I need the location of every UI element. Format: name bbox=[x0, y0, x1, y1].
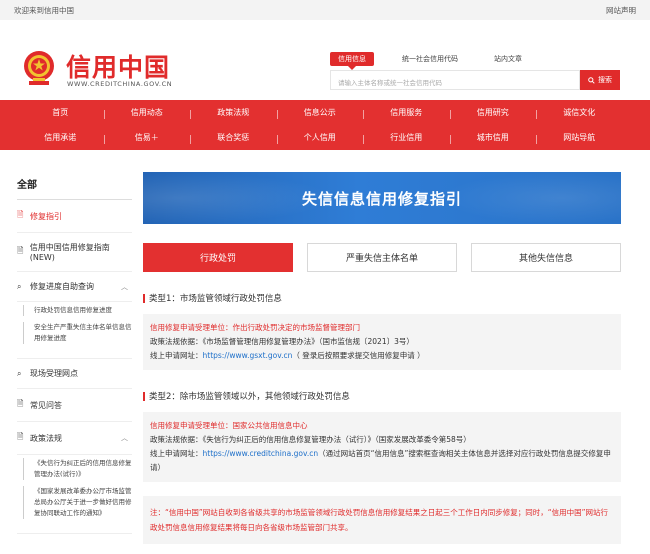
sidebar-item-service-points[interactable]: ⌕ 现场受理网点 bbox=[17, 359, 132, 389]
type1-title: 类型1：市场监管领域行政处罚信息 bbox=[143, 292, 621, 304]
document-icon: 🗎 bbox=[17, 432, 24, 441]
page-title: 失信信息信用修复指引 bbox=[301, 189, 462, 208]
category-tabs: 行政处罚 严重失信主体名单 其他失信信息 bbox=[143, 243, 621, 272]
chevron-up-icon: ︿ bbox=[121, 434, 128, 442]
type2-basis: 政策法规依据：《失信行为纠正后的信用信息修复管理办法（试行）》（国家发展改革委令… bbox=[150, 435, 471, 444]
site-logo[interactable]: 信用中国 bbox=[66, 48, 170, 84]
sidebar-item-label: 修复进度自助查询 bbox=[30, 282, 94, 291]
nav-city-credit[interactable]: 城市信用 bbox=[449, 132, 537, 144]
sidebar-item-faq[interactable]: 🗎 常见问答 bbox=[17, 389, 132, 422]
gsxt-link[interactable]: https://www.gsxt.gov.cn bbox=[203, 351, 293, 360]
sidebar-subitem-joint-notice[interactable]: 《国家发展改革委办公厅市场监管总局办公厅关于进一步做好信用修复协同联动工作的通知… bbox=[23, 486, 132, 519]
search-input[interactable]: 请输入主体名称或统一社会信用代码 bbox=[330, 70, 580, 90]
chevron-up-icon: ︿ bbox=[121, 282, 128, 291]
top-bar: 欢迎来到信用中国 网站声明 bbox=[0, 0, 650, 20]
nav-industry-credit[interactable]: 行业信用 bbox=[363, 132, 450, 144]
nav-credit-research[interactable]: 信用研究 bbox=[449, 107, 537, 119]
sidebar-item-label: 常见问答 bbox=[30, 400, 62, 410]
welcome-text: 欢迎来到信用中国 bbox=[14, 5, 74, 15]
sidebar-item-repair-guide[interactable]: 🗎 修复指引 bbox=[17, 200, 132, 233]
nav-policy[interactable]: 政策法规 bbox=[190, 107, 277, 119]
nav-row-1: 首页 信用动态 政策法规 信息公示 信用服务 信用研究 诚信文化 bbox=[0, 100, 650, 125]
site-statement-link[interactable]: 网站声明 bbox=[606, 5, 636, 16]
document-icon: 🗎 bbox=[17, 210, 24, 219]
tab-admin-penalty[interactable]: 行政处罚 bbox=[143, 243, 293, 272]
search-icon bbox=[588, 76, 595, 84]
header: 信用中国 WWW.CREDITCHINA.GOV.CN 信用信息 统一社会信用代… bbox=[0, 20, 650, 100]
sidebar-item-policies[interactable]: 🗎 政策法规 ︿ bbox=[17, 422, 132, 455]
policy-sub-list: 《失信行为纠正后的信用信息修复管理办法(试行)》 《国家发展改革委办公厅市场监管… bbox=[17, 455, 132, 534]
type1-unit: 信用修复申请受理单位：作出行政处罚决定的市场监督管理部门 bbox=[150, 323, 360, 332]
search-tabs: 信用信息 统一社会信用代码 站内文章 bbox=[330, 52, 550, 70]
nav-integrity-culture[interactable]: 诚信文化 bbox=[536, 107, 623, 119]
type1-online-note: （ 登录后按照要求提交信用修复申请 ） bbox=[292, 351, 425, 360]
main-nav: 首页 信用动态 政策法规 信息公示 信用服务 信用研究 诚信文化 信用承诺 信易… bbox=[0, 100, 650, 150]
search-tab-articles[interactable]: 站内文章 bbox=[486, 52, 530, 66]
nav-publicity[interactable]: 信息公示 bbox=[276, 107, 364, 119]
sync-note: 注：“信用中国”网站自收到各省级共享的市场监管领域行政处罚信息信用修复结果之日起… bbox=[143, 496, 621, 544]
document-icon: 🗎 bbox=[17, 246, 24, 255]
type1-online-label: 线上申请网址： bbox=[150, 351, 203, 360]
page-banner: 失信信息信用修复指引 bbox=[143, 172, 621, 224]
type2-info: 信用修复申请受理单位：国家公共信用信息中心 政策法规依据：《失信行为纠正后的信用… bbox=[143, 412, 621, 482]
nav-row-2: 信用承诺 信易＋ 联合奖惩 个人信用 行业信用 城市信用 网站导航 bbox=[0, 125, 650, 150]
sidebar-subitem-penalty-progress[interactable]: 行政处罚信息信用修复进度 bbox=[23, 305, 132, 316]
type2-online: 线上申请网址：https://www.creditchina.gov.cn（通过… bbox=[150, 447, 614, 475]
sidebar-item-label: 信用中国信用修复指南(NEW) bbox=[29, 243, 110, 262]
sidebar: 全部 🗎 修复指引 🗎 信用中国信用修复指南(NEW) ⌕ 修复进度自助查询 ︿… bbox=[17, 176, 132, 534]
nav-xinyi[interactable]: 信易＋ bbox=[103, 132, 191, 144]
type2-online-label: 线上申请网址： bbox=[150, 449, 203, 458]
nav-joint-rewards[interactable]: 联合奖惩 bbox=[190, 132, 277, 144]
search-icon: ⌕ bbox=[17, 281, 22, 291]
creditchina-link[interactable]: https://www.creditchina.gov.cn bbox=[203, 449, 319, 458]
site-domain: WWW.CREDITCHINA.GOV.CN bbox=[67, 80, 173, 88]
search-icon: ⌕ bbox=[17, 368, 22, 378]
document-icon: 🗎 bbox=[17, 399, 24, 408]
type1-online: 线上申请网址：https://www.gsxt.gov.cn（ 登录后按照要求提… bbox=[150, 349, 614, 363]
nav-credit-service[interactable]: 信用服务 bbox=[363, 107, 450, 119]
nav-site-map[interactable]: 网站导航 bbox=[536, 132, 623, 144]
main-content: 失信信息信用修复指引 行政处罚 严重失信主体名单 其他失信信息 类型1：市场监管… bbox=[143, 172, 621, 544]
sidebar-subitem-repair-measures[interactable]: 《失信行为纠正后的信用信息修复管理办法(试行)》 bbox=[23, 458, 132, 480]
tab-other-dishonest-info[interactable]: 其他失信信息 bbox=[471, 243, 621, 272]
nav-personal-credit[interactable]: 个人信用 bbox=[276, 132, 364, 144]
sidebar-item-label: 现场受理网点 bbox=[30, 369, 78, 378]
type2-title: 类型2：除市场监管领域以外，其他领域行政处罚信息 bbox=[143, 390, 621, 402]
sidebar-item-repair-manual[interactable]: 🗎 信用中国信用修复指南(NEW) bbox=[17, 233, 132, 272]
search-tab-credit-info[interactable]: 信用信息 bbox=[330, 52, 374, 70]
sidebar-item-label: 政策法规 bbox=[30, 433, 62, 443]
search-tab-credit-code[interactable]: 统一社会信用代码 bbox=[394, 52, 466, 66]
nav-credit-commitment[interactable]: 信用承诺 bbox=[17, 132, 104, 143]
national-emblem-icon bbox=[24, 51, 54, 85]
nav-credit-news[interactable]: 信用动态 bbox=[103, 107, 191, 119]
search-button-label: 搜索 bbox=[598, 76, 612, 84]
search-button[interactable]: 搜索 bbox=[580, 70, 620, 90]
tab-serious-dishonest-list[interactable]: 严重失信主体名单 bbox=[307, 243, 457, 272]
progress-sub-list: 行政处罚信息信用修复进度 安全生产严重失信主体名单信息信用修复进度 bbox=[17, 302, 132, 359]
type1-info: 信用修复申请受理单位：作出行政处罚决定的市场监督管理部门 政策法规依据：《市场监… bbox=[143, 314, 621, 370]
type1-basis: 政策法规依据：《市场监督管理信用修复管理办法》（国市监信规〔2021〕3号） bbox=[150, 337, 414, 346]
sidebar-subitem-safety-progress[interactable]: 安全生产严重失信主体名单信息信用修复进度 bbox=[23, 322, 132, 344]
sidebar-item-progress-query[interactable]: ⌕ 修复进度自助查询 ︿ bbox=[17, 272, 132, 302]
sidebar-item-label: 修复指引 bbox=[30, 211, 62, 221]
type2-unit: 信用修复申请受理单位：国家公共信用信息中心 bbox=[150, 421, 308, 430]
sidebar-title: 全部 bbox=[17, 176, 132, 200]
nav-home[interactable]: 首页 bbox=[17, 107, 104, 118]
